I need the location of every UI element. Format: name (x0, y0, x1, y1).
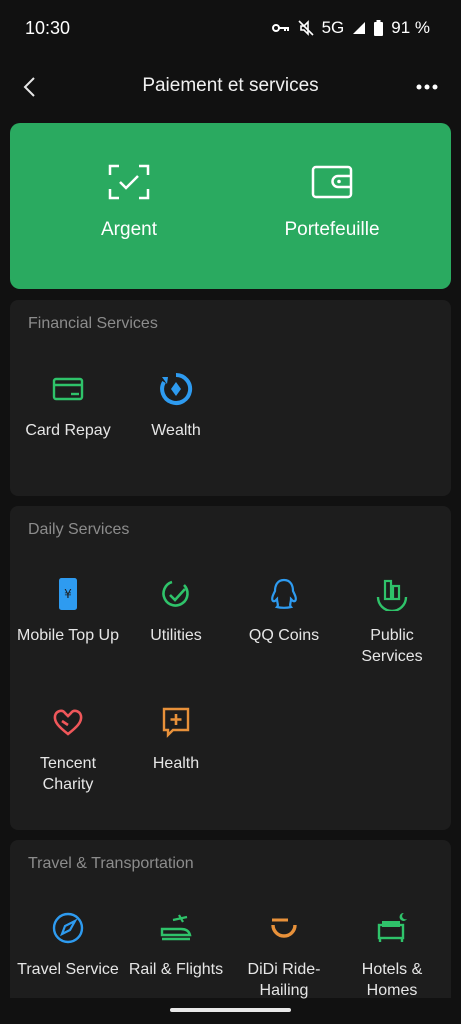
tile-label: Public Services (361, 627, 423, 665)
rail-flights-tile[interactable]: Rail & Flights (122, 911, 230, 1011)
status-bar: 10:30 5G 91 % (0, 0, 461, 58)
wallet-button[interactable]: Portefeuille (232, 123, 432, 289)
section-title: Travel & Transportation (28, 855, 194, 872)
money-button[interactable]: Argent (29, 123, 229, 289)
status-time: 10:30 (25, 18, 71, 38)
section-title: Daily Services (28, 521, 130, 538)
hotel-bed-icon (377, 912, 407, 942)
tile-label: Mobile Top Up (17, 627, 119, 644)
compass-icon (52, 912, 84, 944)
more-button[interactable] (411, 72, 443, 102)
didi-tile[interactable]: DiDi Ride-Hailing (230, 911, 338, 1011)
wealth-icon (160, 372, 193, 405)
card-repay-tile[interactable]: Card Repay (14, 372, 122, 472)
more-dots-icon (416, 84, 438, 90)
mute-icon (297, 20, 314, 36)
qq-penguin-icon (271, 578, 297, 609)
tile-label: DiDi Ride-Hailing (247, 961, 321, 999)
battery-percent: 91 % (391, 18, 430, 37)
daily-services-card: Daily Services ¥ Mobile Top Up Utilities… (10, 506, 451, 830)
tile-label: QQ Coins (248, 627, 320, 644)
credit-card-icon (52, 377, 84, 401)
tencent-charity-tile[interactable]: Tencent Charity (14, 705, 122, 805)
city-buildings-icon (376, 579, 408, 611)
section-title: Financial Services (28, 315, 158, 332)
vpn-key-icon (271, 22, 290, 34)
wealth-tile[interactable]: Wealth (122, 372, 230, 472)
tile-label: Rail & Flights (128, 961, 224, 978)
svg-text:¥: ¥ (64, 587, 72, 601)
tile-label: Card Repay (25, 422, 111, 439)
hero-card: Argent Portefeuille (10, 123, 451, 289)
tile-label: Hotels & Homes (361, 961, 423, 999)
travel-transportation-card: Travel & Transportation Travel Service R… (10, 840, 451, 999)
home-indicator[interactable] (170, 1008, 291, 1012)
hotels-homes-tile[interactable]: Hotels & Homes (338, 911, 446, 1011)
tile-label: Wealth (151, 422, 201, 439)
tile-label: Tencent Charity (39, 755, 97, 793)
wallet-icon (311, 165, 353, 199)
financial-services-card: Financial Services Card Repay Wealth (10, 300, 451, 496)
health-tile[interactable]: Health (122, 705, 230, 805)
wallet-label: Portefeuille (284, 219, 380, 240)
status-icons: 5G 91 % (271, 18, 430, 38)
qq-coins-tile[interactable]: QQ Coins (230, 577, 338, 677)
signal-icon (352, 21, 366, 35)
tile-label: Utilities (150, 627, 202, 644)
health-icon (162, 707, 190, 738)
page-title: Paiement et services (142, 75, 319, 96)
travel-service-tile[interactable]: Travel Service (14, 911, 122, 1011)
scan-check-icon (108, 164, 150, 200)
didi-logo-icon (271, 918, 297, 938)
train-plane-icon (160, 914, 192, 941)
money-label: Argent (101, 219, 157, 240)
mobile-phone-icon: ¥ (59, 578, 77, 610)
tile-label: Health (152, 755, 200, 772)
utilities-icon (162, 580, 189, 607)
network-type: 5G (321, 18, 345, 37)
utilities-tile[interactable]: Utilities (122, 577, 230, 677)
public-services-tile[interactable]: Public Services (338, 577, 446, 677)
battery-icon (374, 20, 384, 36)
charity-heart-icon (53, 709, 83, 736)
nav-bar: Paiement et services (0, 60, 461, 114)
mobile-top-up-tile[interactable]: ¥ Mobile Top Up (14, 577, 122, 677)
tile-label: Travel Service (17, 961, 119, 978)
